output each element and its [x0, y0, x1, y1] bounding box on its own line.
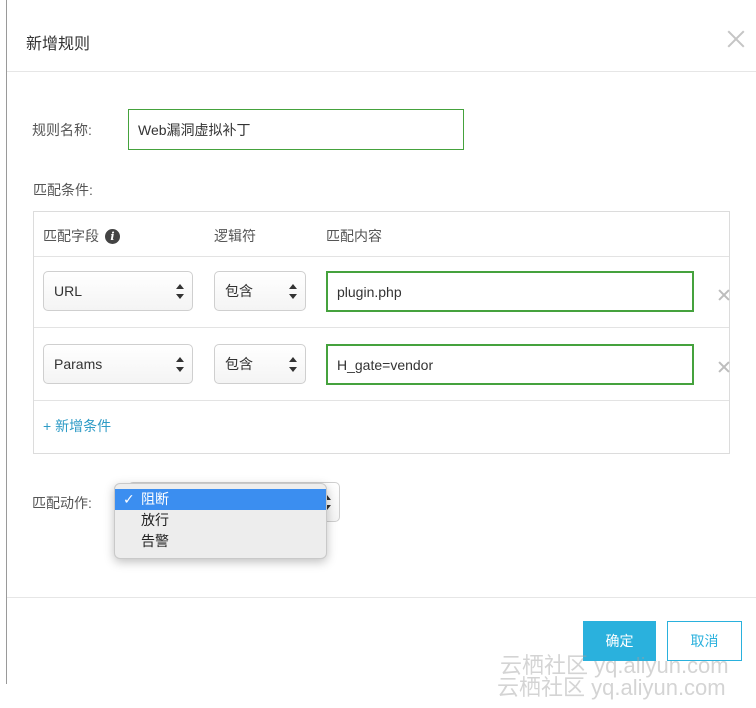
- dropdown-option-alert[interactable]: 告警: [115, 531, 326, 552]
- option-label: 告警: [141, 533, 169, 549]
- confirm-button[interactable]: 确定: [583, 621, 656, 661]
- row-divider: [34, 256, 729, 257]
- header-match-content: 匹配内容: [326, 228, 382, 244]
- info-icon[interactable]: i: [105, 228, 120, 244]
- row-divider: [34, 327, 729, 328]
- option-label: 阻断: [141, 491, 169, 507]
- match-conditions-label: 匹配条件:: [33, 182, 93, 198]
- field-select[interactable]: URL: [43, 271, 193, 311]
- match-content-input[interactable]: [326, 344, 694, 385]
- operator-select[interactable]: 包含: [214, 344, 306, 384]
- close-icon[interactable]: [723, 26, 749, 52]
- operator-select-value: 包含: [225, 356, 253, 372]
- chevron-up-down-icon: [289, 357, 297, 373]
- match-action-label: 匹配动作:: [32, 495, 92, 511]
- chevron-up-down-icon: [176, 284, 184, 300]
- chevron-up-down-icon: [176, 357, 184, 373]
- header-operator: 逻辑符: [214, 228, 256, 244]
- close-icon[interactable]: [717, 359, 733, 375]
- footer-divider: [7, 597, 756, 598]
- option-label: 放行: [141, 512, 169, 528]
- dialog-title: 新增规则: [26, 36, 91, 53]
- add-condition-link[interactable]: + 新增条件: [43, 416, 111, 436]
- rule-name-input[interactable]: [128, 109, 464, 150]
- dialog-header: 新增规则: [7, 0, 756, 72]
- dropdown-option-allow[interactable]: 放行: [115, 510, 326, 531]
- match-content-input[interactable]: [326, 271, 694, 312]
- field-select-value: Params: [54, 356, 103, 372]
- operator-select-value: 包含: [225, 283, 253, 299]
- cancel-button[interactable]: 取消: [667, 621, 742, 661]
- header-match-field: 匹配字段 i: [43, 226, 120, 246]
- operator-select[interactable]: 包含: [214, 271, 306, 311]
- check-icon: ✓: [123, 491, 135, 507]
- action-dropdown-menu: ✓ 阻断 放行 告警: [114, 483, 327, 559]
- row-divider: [34, 400, 729, 401]
- dropdown-option-block[interactable]: ✓ 阻断: [115, 489, 326, 510]
- field-select[interactable]: Params: [43, 344, 193, 384]
- field-select-value: URL: [54, 283, 83, 299]
- close-icon[interactable]: [717, 287, 733, 303]
- chevron-up-down-icon: [289, 284, 297, 300]
- conditions-table: 匹配字段 i 逻辑符 匹配内容 URL 包含 Params 包含 +: [33, 211, 730, 454]
- rule-name-label: 规则名称:: [32, 122, 92, 138]
- add-rule-dialog: 新增规则 规则名称: 匹配条件: 匹配字段 i 逻辑符 匹配内容 URL 包含 …: [7, 0, 756, 684]
- header-match-field-label: 匹配字段: [43, 228, 99, 244]
